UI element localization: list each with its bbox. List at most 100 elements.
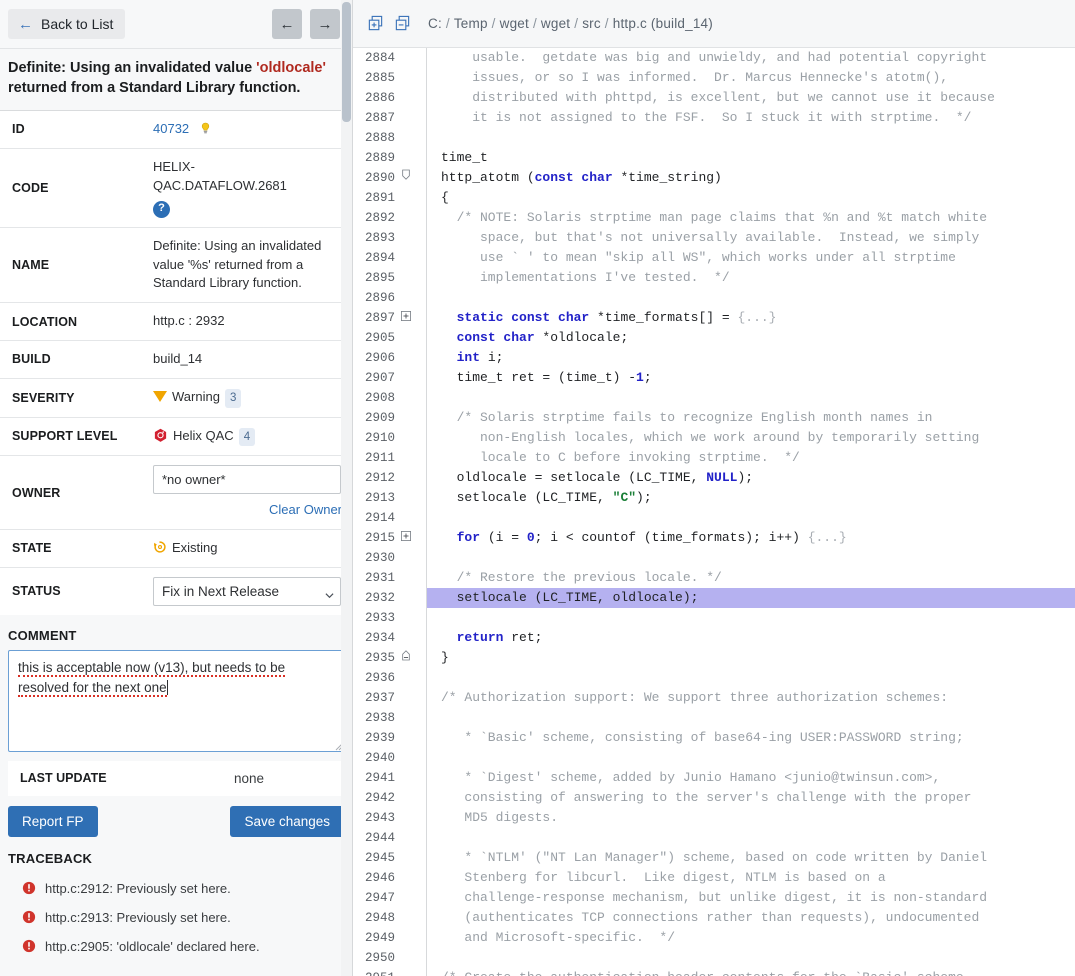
breadcrumb-segment[interactable]: src [582,16,601,31]
traceback-item[interactable]: http.c:2912: Previously set here. [0,874,352,903]
code-line[interactable]: 2939 * `Basic' scheme, consisting of bas… [353,728,1075,748]
line-number-gutter[interactable]: 2932 [353,588,427,608]
line-number-gutter[interactable]: 2914 [353,508,427,528]
clear-owner-link[interactable]: Clear Owner [153,501,344,520]
line-number-gutter[interactable]: 2931 [353,568,427,588]
code-line[interactable]: 2915 for (i = 0; i < countof (time_forma… [353,528,1075,548]
code-line[interactable]: 2945 * `NTLM' ("NT Lan Manager") scheme,… [353,848,1075,868]
code-line[interactable]: 2947 challenge-response mechanism, but u… [353,888,1075,908]
line-number-gutter[interactable]: 2936 [353,668,427,688]
code-line[interactable]: 2936 [353,668,1075,688]
code-line[interactable]: 2905 const char *oldlocale; [353,328,1075,348]
code-line[interactable]: 2884 usable. getdate was big and unwield… [353,48,1075,68]
line-number-gutter[interactable]: 2948 [353,908,427,928]
code-line[interactable]: 2937 /* Authorization support: We support… [353,688,1075,708]
line-number-gutter[interactable]: 2890 [353,168,427,188]
line-number-gutter[interactable]: 2939 [353,728,427,748]
code-line[interactable]: 2941 * `Digest' scheme, added by Junio H… [353,768,1075,788]
line-number-gutter[interactable]: 2891 [353,188,427,208]
breadcrumb-segment[interactable]: wget [500,16,529,31]
code-line[interactable]: 2909 /* Solaris strptime fails to recogn… [353,408,1075,428]
code-line[interactable]: 2894 use ` ' to mean "skip all WS", whic… [353,248,1075,268]
code-line[interactable]: 2940 [353,748,1075,768]
line-number-gutter[interactable]: 2893 [353,228,427,248]
line-number-gutter[interactable]: 2912 [353,468,427,488]
line-number-gutter[interactable]: 2907 [353,368,427,388]
next-issue-button[interactable]: → [310,9,340,39]
line-number-gutter[interactable]: 2894 [353,248,427,268]
line-number-gutter[interactable]: 2945 [353,848,427,868]
line-number-gutter[interactable]: 2942 [353,788,427,808]
code-line[interactable]: 2938 [353,708,1075,728]
code-line[interactable]: 2951 /* Create the authentication header … [353,968,1075,976]
code-line[interactable]: 2950 [353,948,1075,968]
code-line[interactable]: 2888 [353,128,1075,148]
line-number-gutter[interactable]: 2940 [353,748,427,768]
traceback-item[interactable]: http.c:2905: 'oldlocale' declared here. [0,932,352,961]
code-line[interactable]: 2931 /* Restore the previous locale. */ [353,568,1075,588]
code-line[interactable]: 2890 http_atotm (const char *time_string) [353,168,1075,188]
code-line[interactable]: 2934 return ret; [353,628,1075,648]
traceback-item[interactable]: http.c:2913: Previously set here. [0,903,352,932]
line-number-gutter[interactable]: 2935 [353,648,427,668]
code-line[interactable]: 2911 locale to C before invoking strptim… [353,448,1075,468]
code-line[interactable]: 2887 it is not assigned to the FSF. So I… [353,108,1075,128]
code-line[interactable]: 2930 [353,548,1075,568]
code-line[interactable]: 2908 [353,388,1075,408]
line-number-gutter[interactable]: 2933 [353,608,427,628]
line-number-gutter[interactable]: 2896 [353,288,427,308]
left-panel-scrollbar-thumb[interactable] [342,2,351,122]
code-line[interactable]: 2885 issues, or so I was informed. Dr. M… [353,68,1075,88]
line-number-gutter[interactable]: 2886 [353,88,427,108]
line-number-gutter[interactable]: 2915 [353,528,427,548]
code-editor[interactable]: 2884 usable. getdate was big and unwield… [353,48,1075,976]
status-select[interactable] [153,576,341,606]
code-line[interactable]: 2944 [353,828,1075,848]
line-number-gutter[interactable]: 2930 [353,548,427,568]
line-number-gutter[interactable]: 2946 [353,868,427,888]
line-number-gutter[interactable]: 2949 [353,928,427,948]
line-number-gutter[interactable]: 2937 [353,688,427,708]
fold-toggle-icon[interactable] [399,649,413,669]
code-line[interactable]: 2893 space, but that's not universally a… [353,228,1075,248]
left-panel-scrollbar[interactable] [341,0,352,976]
breadcrumb-segment[interactable]: wget [541,16,570,31]
line-number-gutter[interactable]: 2938 [353,708,427,728]
line-number-gutter[interactable]: 2889 [353,148,427,168]
code-line[interactable]: 2949 and Microsoft-specific. */ [353,928,1075,948]
help-icon[interactable]: ? [153,200,170,218]
line-number-gutter[interactable]: 2950 [353,948,427,968]
line-number-gutter[interactable]: 2913 [353,488,427,508]
line-number-gutter[interactable]: 2911 [353,448,427,468]
code-line[interactable]: 2913 setlocale (LC_TIME, "C"); [353,488,1075,508]
code-line[interactable]: 2914 [353,508,1075,528]
line-number-gutter[interactable]: 2892 [353,208,427,228]
code-line[interactable]: 2895 implementations I've tested. */ [353,268,1075,288]
code-line[interactable]: 2932 setlocale (LC_TIME, oldlocale); [353,588,1075,608]
code-line[interactable]: 2933 [353,608,1075,628]
line-number-gutter[interactable]: 2943 [353,808,427,828]
back-to-list-button[interactable]: ← Back to List [8,9,126,39]
line-number-gutter[interactable]: 2885 [353,68,427,88]
owner-input[interactable] [153,465,341,495]
id-link[interactable]: 40732 [153,121,189,136]
fold-toggle-icon[interactable] [399,309,413,329]
fold-toggle-icon[interactable] [399,529,413,549]
line-number-gutter[interactable]: 2887 [353,108,427,128]
fold-toggle-icon[interactable] [399,169,413,189]
line-number-gutter[interactable]: 2944 [353,828,427,848]
code-line[interactable]: 2886 distributed with phttpd, is excelle… [353,88,1075,108]
code-line[interactable]: 2912 oldlocale = setlocale (LC_TIME, NUL… [353,468,1075,488]
code-line[interactable]: 2910 non-English locales, which we work … [353,428,1075,448]
lightbulb-icon[interactable] [199,122,212,135]
save-changes-button[interactable]: Save changes [230,805,344,837]
line-number-gutter[interactable]: 2884 [353,48,427,68]
code-line[interactable]: 2907 time_t ret = (time_t) -1; [353,368,1075,388]
expand-all-icon[interactable] [367,15,384,32]
collapse-all-icon[interactable] [394,15,411,32]
code-line[interactable]: 2948 (authenticates TCP connections rath… [353,908,1075,928]
line-number-gutter[interactable]: 2905 [353,328,427,348]
line-number-gutter[interactable]: 2947 [353,888,427,908]
line-number-gutter[interactable]: 2909 [353,408,427,428]
comment-textarea[interactable]: this is acceptable now (v13), but needs … [8,649,348,752]
